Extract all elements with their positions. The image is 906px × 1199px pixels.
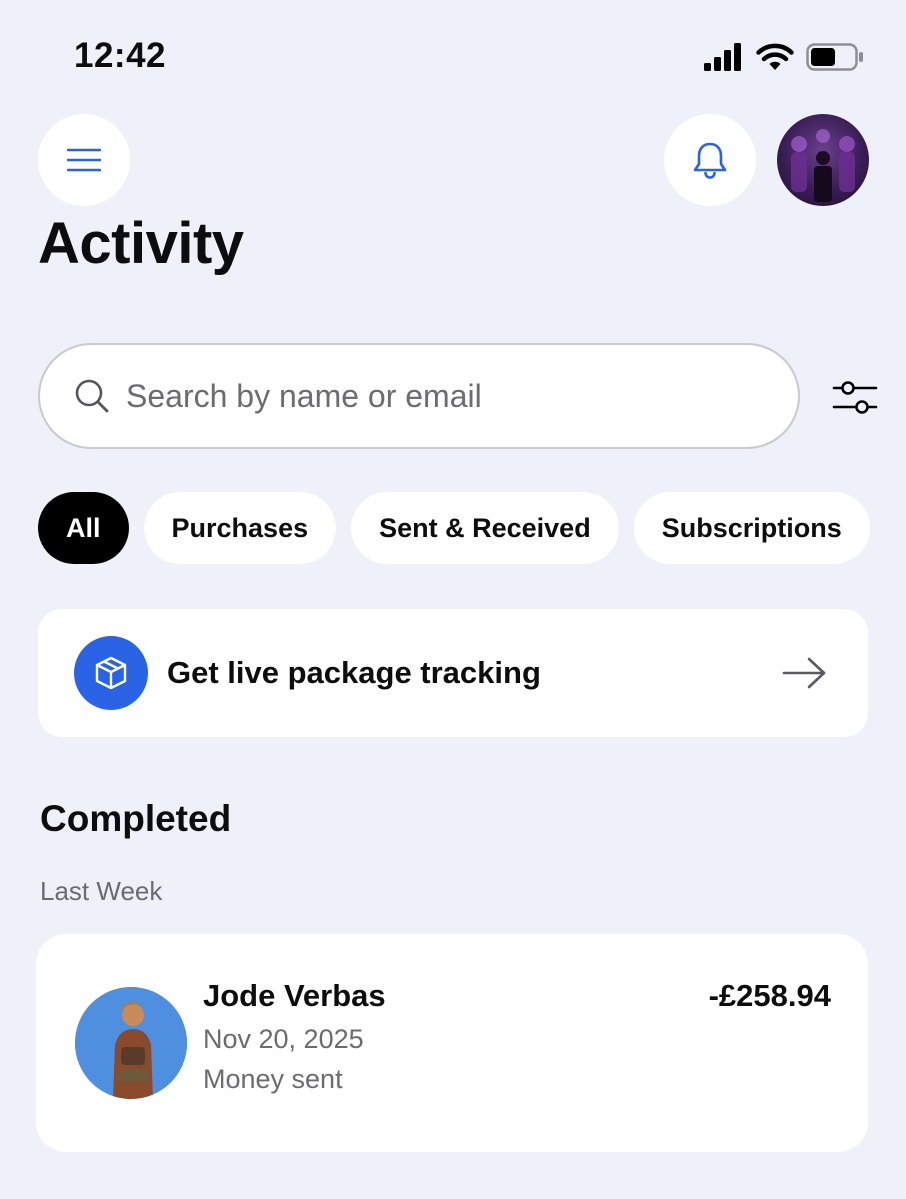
filter-button[interactable]	[832, 378, 878, 418]
cellular-signal-icon	[704, 43, 741, 71]
battery-icon	[806, 43, 863, 71]
hamburger-menu-icon	[67, 148, 101, 172]
menu-button[interactable]	[38, 114, 130, 206]
filter-chips: All Purchases Sent & Received Subscripti…	[38, 492, 870, 564]
section-title-completed: Completed	[40, 798, 232, 839]
status-time: 12:42	[74, 36, 167, 75]
page-title: Activity	[38, 211, 244, 276]
transaction-status: Money sent	[203, 1064, 343, 1094]
chip-sent-received[interactable]: Sent & Received	[351, 492, 619, 564]
sliders-filter-icon	[832, 381, 878, 414]
transaction-name: Jode Verbas	[203, 978, 386, 1013]
chip-purchases[interactable]: Purchases	[143, 492, 337, 564]
status-icons	[704, 40, 864, 74]
package-icon-badge	[74, 636, 148, 710]
chip-subscriptions[interactable]: Subscriptions	[633, 492, 870, 564]
package-tracking-card[interactable]: Get live package tracking	[38, 609, 868, 737]
chip-all[interactable]: All	[38, 492, 129, 564]
group-label-last-week: Last Week	[40, 876, 163, 906]
search-input[interactable]	[124, 376, 768, 416]
bell-icon	[693, 142, 727, 179]
transaction-date: Nov 20, 2025	[203, 1024, 364, 1054]
profile-avatar[interactable]	[777, 114, 869, 206]
package-icon	[95, 656, 127, 690]
search-bar[interactable]	[38, 343, 800, 449]
notifications-button[interactable]	[664, 114, 756, 206]
wifi-icon	[756, 43, 794, 70]
transaction-row[interactable]: Jode Verbas Nov 20, 2025 Money sent -£25…	[36, 934, 868, 1152]
search-icon	[75, 379, 109, 413]
arrow-right-icon	[782, 657, 826, 689]
package-tracking-label: Get live package tracking	[167, 655, 541, 690]
transaction-amount: -£258.94	[708, 978, 831, 1013]
profile-avatar-image	[791, 129, 855, 202]
transaction-avatar	[75, 987, 187, 1099]
transaction-avatar-image	[75, 987, 187, 1099]
